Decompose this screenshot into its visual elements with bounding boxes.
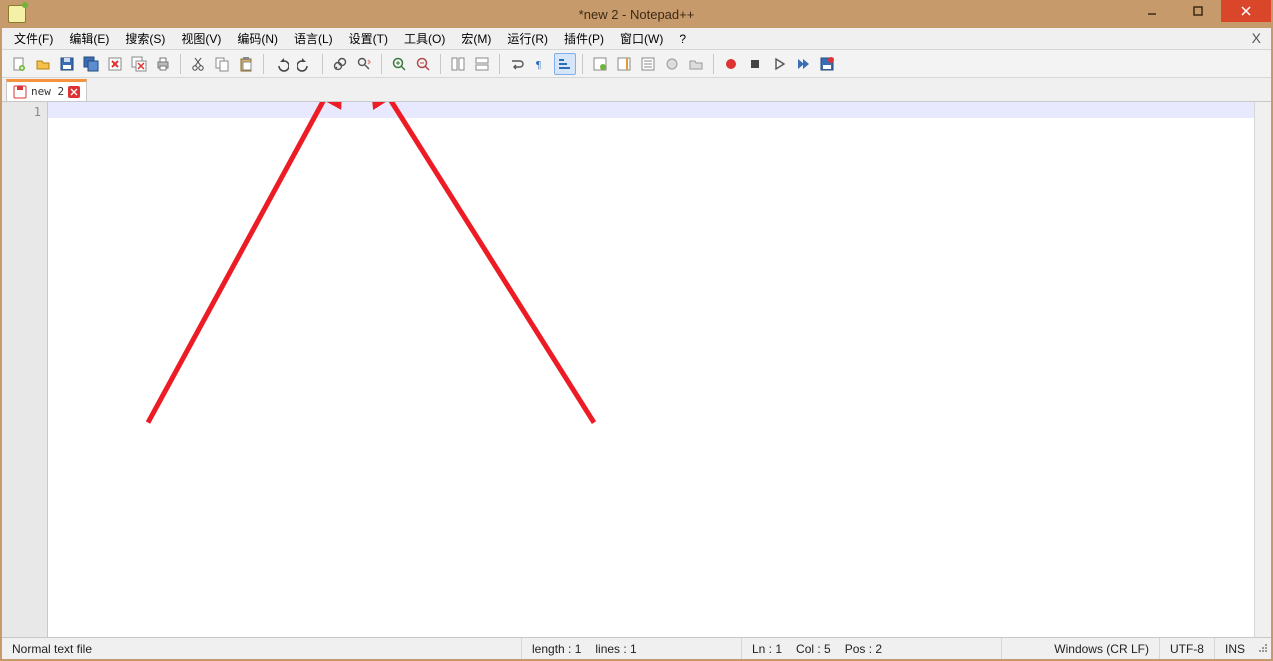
menu-run[interactable]: 运行(R) <box>499 28 556 49</box>
menu-search[interactable]: 搜索(S) <box>117 28 173 49</box>
menu-window[interactable]: 窗口(W) <box>612 28 671 49</box>
toolbar-separator <box>180 54 181 74</box>
tab-label: new 2 <box>31 85 64 98</box>
close-file-icon[interactable] <box>104 53 126 75</box>
show-all-chars-icon[interactable]: ¶ <box>530 53 552 75</box>
tab-new-2[interactable]: new 2 <box>6 79 87 101</box>
menu-settings[interactable]: 设置(T) <box>341 28 396 49</box>
sync-h-icon[interactable] <box>471 53 493 75</box>
menu-plugins[interactable]: 插件(P) <box>556 28 612 49</box>
save-all-icon[interactable] <box>80 53 102 75</box>
replace-icon[interactable] <box>353 53 375 75</box>
paste-icon[interactable] <box>235 53 257 75</box>
status-eol[interactable]: Windows (CR LF) <box>1044 638 1160 659</box>
find-icon[interactable] <box>329 53 351 75</box>
window-title: *new 2 - Notepad++ <box>579 7 695 22</box>
menu-help[interactable]: ? <box>671 30 694 48</box>
zoom-out-icon[interactable] <box>412 53 434 75</box>
menu-edit[interactable]: 编辑(E) <box>61 28 117 49</box>
cut-icon[interactable] <box>187 53 209 75</box>
line-number-gutter: 1 <box>2 102 48 637</box>
menu-encoding[interactable]: 编码(N) <box>229 28 286 49</box>
toolbar-separator <box>582 54 583 74</box>
status-col: Col : 5 <box>796 642 831 656</box>
status-cursor: Ln : 1 Col : 5 Pos : 2 <box>742 638 1002 659</box>
run-macro-multi-icon[interactable] <box>792 53 814 75</box>
status-length-lines: length : 1 lines : 1 <box>522 638 742 659</box>
status-bar: Normal text file length : 1 lines : 1 Ln… <box>2 637 1271 659</box>
print-icon[interactable] <box>152 53 174 75</box>
status-ins[interactable]: INS <box>1215 638 1255 659</box>
svg-text:¶: ¶ <box>536 59 541 71</box>
window-controls <box>1129 0 1271 22</box>
text-editor[interactable] <box>48 102 1254 637</box>
status-ln: Ln : 1 <box>752 642 782 656</box>
record-macro-icon[interactable] <box>720 53 742 75</box>
word-wrap-icon[interactable] <box>506 53 528 75</box>
doc-list-icon[interactable] <box>637 53 659 75</box>
copy-icon[interactable] <box>211 53 233 75</box>
tab-bar: new 2 <box>2 78 1271 102</box>
status-file-type: Normal text file <box>2 638 522 659</box>
line-number: 1 <box>2 104 41 120</box>
close-document-button[interactable]: X <box>1248 30 1265 46</box>
app-icon <box>8 5 26 23</box>
open-file-icon[interactable] <box>32 53 54 75</box>
maximize-button[interactable] <box>1175 0 1221 22</box>
status-lines: lines : 1 <box>595 642 636 656</box>
function-list-icon[interactable] <box>661 53 683 75</box>
save-macro-icon[interactable] <box>816 53 838 75</box>
status-encoding[interactable]: UTF-8 <box>1160 638 1215 659</box>
menu-tools[interactable]: 工具(O) <box>396 28 453 49</box>
minimize-button[interactable] <box>1129 0 1175 22</box>
close-all-icon[interactable] <box>128 53 150 75</box>
status-pos: Pos : 2 <box>845 642 882 656</box>
annotation-overlay <box>48 102 1254 637</box>
file-unsaved-icon <box>13 85 27 99</box>
undo-icon[interactable] <box>270 53 292 75</box>
indent-guide-icon[interactable] <box>554 53 576 75</box>
zoom-in-icon[interactable] <box>388 53 410 75</box>
save-icon[interactable] <box>56 53 78 75</box>
stop-macro-icon[interactable] <box>744 53 766 75</box>
language-user-icon[interactable] <box>589 53 611 75</box>
folder-workspace-icon[interactable] <box>685 53 707 75</box>
current-line-highlight <box>48 102 1254 118</box>
title-bar[interactable]: *new 2 - Notepad++ <box>2 0 1271 28</box>
resize-grip[interactable] <box>1255 642 1271 656</box>
menu-view[interactable]: 视图(V) <box>173 28 229 49</box>
menu-bar: 文件(F) 编辑(E) 搜索(S) 视图(V) 编码(N) 语言(L) 设置(T… <box>2 28 1271 50</box>
app-window: *new 2 - Notepad++ 文件(F) 编辑(E) 搜索(S) 视图(… <box>0 0 1273 661</box>
editor-area: 1 <box>2 102 1271 637</box>
menu-macro[interactable]: 宏(M) <box>453 28 499 49</box>
toolbar-separator <box>440 54 441 74</box>
status-length: length : 1 <box>532 642 581 656</box>
tab-close-button[interactable] <box>68 86 80 98</box>
new-file-icon[interactable] <box>8 53 30 75</box>
vertical-scrollbar[interactable] <box>1254 102 1271 637</box>
menu-language[interactable]: 语言(L) <box>286 28 341 49</box>
toolbar-separator <box>713 54 714 74</box>
toolbar-separator <box>381 54 382 74</box>
toolbar-separator <box>322 54 323 74</box>
toolbar-separator <box>499 54 500 74</box>
play-macro-icon[interactable] <box>768 53 790 75</box>
doc-map-icon[interactable] <box>613 53 635 75</box>
redo-icon[interactable] <box>294 53 316 75</box>
toolbar-separator <box>263 54 264 74</box>
menu-file[interactable]: 文件(F) <box>6 28 61 49</box>
close-button[interactable] <box>1221 0 1271 22</box>
toolbar: ¶ <box>2 50 1271 78</box>
sync-v-icon[interactable] <box>447 53 469 75</box>
